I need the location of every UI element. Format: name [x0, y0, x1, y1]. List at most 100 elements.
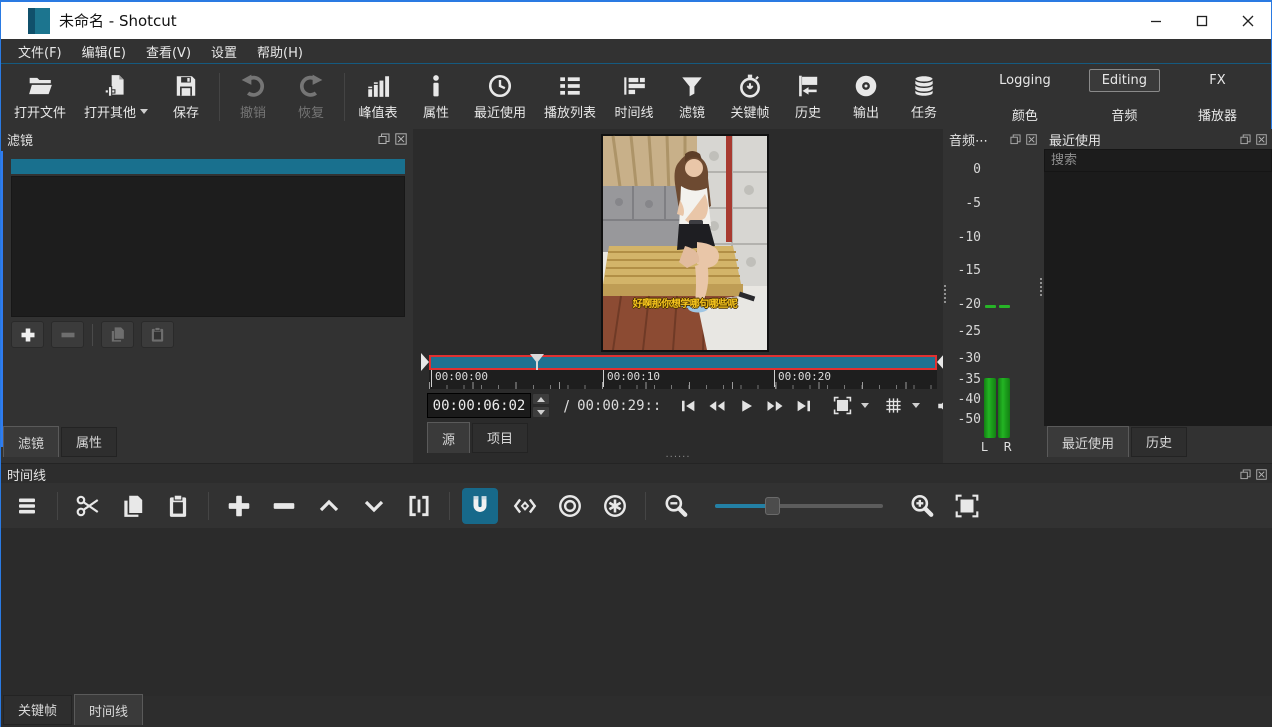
peak-meter-icon [365, 73, 391, 99]
close-button[interactable] [1225, 2, 1271, 39]
copy-button[interactable] [115, 488, 151, 524]
tab-history[interactable]: 历史 [1131, 427, 1187, 457]
zoom-out-button[interactable] [658, 488, 694, 524]
menu-settings[interactable]: 设置 [202, 40, 246, 63]
layout-fx[interactable]: FX [1197, 70, 1237, 91]
tab-project[interactable]: 项目 [472, 423, 528, 453]
zoom-in-button[interactable] [904, 488, 940, 524]
append-button[interactable] [221, 488, 257, 524]
overwrite-button[interactable] [356, 488, 392, 524]
cut-button[interactable] [70, 488, 106, 524]
recent-panel: 最近使用 最近使用 历史 [1043, 129, 1272, 463]
copy-filters-button[interactable] [101, 321, 134, 348]
tab-keyframes[interactable]: 关键帧 [3, 695, 72, 725]
splitter-handle[interactable] [943, 284, 947, 304]
redo-icon [298, 73, 324, 99]
video-preview[interactable]: 好啊那你想学哪句哪些呢 [601, 134, 769, 352]
skip-previous-button[interactable] [673, 394, 702, 418]
ripple-toggle-button[interactable] [552, 488, 588, 524]
timeline-zoom-slider[interactable] [715, 496, 883, 516]
maximize-button[interactable] [1179, 2, 1225, 39]
tab-properties[interactable]: 属性 [61, 427, 117, 457]
ruler-label: 00:00:10 [603, 370, 660, 387]
lift-button[interactable] [311, 488, 347, 524]
trim-in-marker[interactable] [421, 353, 429, 371]
grid-button[interactable] [879, 394, 908, 418]
close-dock-icon[interactable] [395, 133, 407, 145]
undo-button[interactable]: 撤销 [224, 69, 282, 125]
float-dock-icon[interactable] [1240, 469, 1251, 480]
layout-editing[interactable]: Editing [1089, 69, 1160, 92]
float-dock-icon[interactable] [1010, 134, 1021, 145]
export-button[interactable]: 输出 [837, 69, 895, 125]
layout-logging[interactable]: Logging [987, 70, 1063, 91]
history-button[interactable]: 历史 [779, 69, 837, 125]
minimize-button[interactable] [1133, 2, 1179, 39]
chevron-down-icon[interactable] [861, 403, 869, 408]
playlist-button[interactable]: 播放列表 [535, 69, 605, 125]
layout-audio[interactable]: 音频 [1099, 102, 1149, 127]
timeline-button[interactable]: 时间线 [605, 69, 663, 125]
close-dock-icon[interactable] [1026, 134, 1037, 145]
snap-toggle-button[interactable] [462, 488, 498, 524]
ripple-delete-button[interactable] [266, 488, 302, 524]
chevron-down-icon[interactable] [912, 403, 920, 408]
play-button[interactable] [731, 394, 760, 418]
add-filter-button[interactable] [11, 321, 44, 348]
spin-up-button[interactable] [532, 393, 550, 405]
recent-button[interactable]: 最近使用 [465, 69, 535, 125]
redo-button[interactable]: 恢复 [282, 69, 340, 125]
menu-view[interactable]: 查看(V) [137, 40, 200, 63]
save-button[interactable]: 保存 [157, 69, 215, 125]
shotcut-window: 未命名 - Shotcut 文件(F) 编辑(E) 查看(V) 设置 帮助(H)… [0, 0, 1272, 727]
split-button[interactable] [401, 488, 437, 524]
tab-source[interactable]: 源 [427, 422, 470, 453]
search-input[interactable] [1044, 149, 1272, 172]
close-dock-icon[interactable] [1256, 134, 1267, 145]
db-scale-label: 0 [943, 162, 981, 177]
keyframes-button[interactable]: 关键帧 [721, 69, 779, 125]
timeline-menu-button[interactable] [9, 488, 45, 524]
menu-help[interactable]: 帮助(H) [248, 40, 312, 63]
filters-list[interactable] [11, 176, 405, 317]
jobs-button[interactable]: 任务 [895, 69, 953, 125]
tab-timeline[interactable]: 时间线 [74, 694, 143, 725]
float-dock-icon[interactable] [1240, 134, 1251, 145]
layout-color[interactable]: 颜色 [1000, 102, 1050, 127]
tab-recent[interactable]: 最近使用 [1047, 426, 1129, 457]
menu-file[interactable]: 文件(F) [9, 40, 71, 63]
scrub-while-dragging-button[interactable] [507, 488, 543, 524]
db-scale-label: -25 [943, 324, 981, 339]
position-field[interactable]: 00:00:06:02 [427, 393, 531, 418]
close-dock-icon[interactable] [1256, 469, 1267, 480]
slider-handle[interactable] [765, 497, 780, 515]
time-ruler[interactable]: 00:00:00 00:00:10 00:00:20 [429, 370, 937, 389]
playhead[interactable] [530, 354, 544, 363]
zoom-fit-button[interactable] [949, 488, 985, 524]
layout-player[interactable]: 播放器 [1186, 102, 1249, 127]
tab-filters[interactable]: 滤镜 [3, 426, 59, 457]
filters-button[interactable]: 滤镜 [663, 69, 721, 125]
open-file-button[interactable]: 打开文件 [5, 69, 75, 125]
ripple-all-tracks-button[interactable] [597, 488, 633, 524]
float-dock-icon[interactable] [378, 133, 390, 145]
zoom-fit-player-button[interactable] [828, 394, 857, 418]
recent-panel-title-bar: 最近使用 [1043, 129, 1272, 149]
skip-next-button[interactable] [789, 394, 818, 418]
paste-filters-button[interactable] [141, 321, 174, 348]
remove-filter-button[interactable] [51, 321, 84, 348]
rewind-button[interactable] [702, 394, 731, 418]
properties-button[interactable]: 属性 [407, 69, 465, 125]
filters-selected-header[interactable] [11, 159, 405, 174]
recent-list[interactable] [1044, 172, 1272, 426]
peak-meter-button[interactable]: 峰值表 [349, 69, 407, 125]
position-spinbox: 00:00:06:02 [427, 393, 550, 418]
splitter-handle[interactable]: ······ [665, 452, 690, 463]
scrubber-bar[interactable] [429, 355, 937, 370]
fast-forward-button[interactable] [760, 394, 789, 418]
menu-edit[interactable]: 编辑(E) [73, 40, 135, 63]
paste-button[interactable] [160, 488, 196, 524]
open-other-button[interactable]: 打开其他 [75, 69, 157, 125]
spin-down-button[interactable] [532, 406, 550, 418]
timeline-tracks-area[interactable] [1, 528, 1272, 696]
